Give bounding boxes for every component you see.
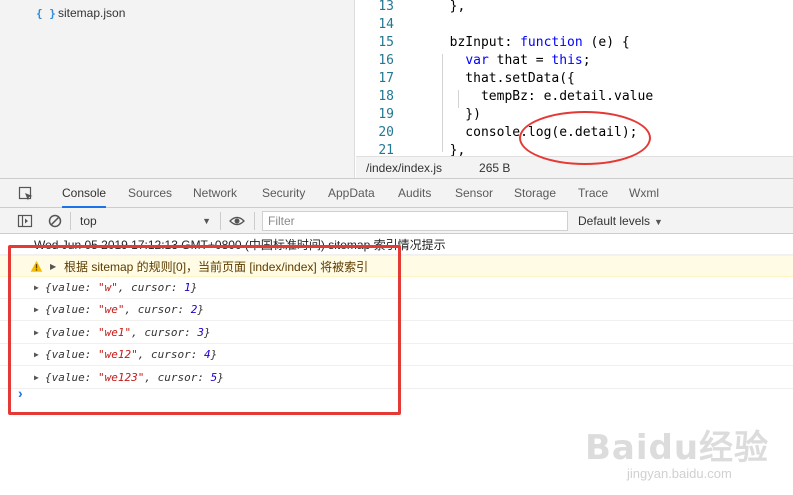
toolbar-separator [220, 212, 221, 230]
caret-down-icon: ▼ [654, 217, 663, 227]
filter-input[interactable] [262, 211, 568, 231]
context-selector[interactable]: top ▼ [80, 212, 215, 230]
code-text: var that = this; [465, 53, 591, 68]
toggle-sidebar-icon[interactable] [17, 213, 33, 229]
annotation-highlight-box [8, 245, 401, 415]
devtools-tab-bar: Console Sources Network Security AppData Audi… [0, 178, 793, 208]
tab-security[interactable]: Security [262, 179, 305, 208]
line-number: 15 [378, 35, 394, 50]
line-number: 18 [378, 89, 394, 104]
tab-sensor[interactable]: Sensor [455, 179, 493, 208]
log-levels-dropdown[interactable]: Default levels ▼ [578, 212, 663, 230]
line-number: 21 [378, 143, 394, 156]
eye-icon[interactable] [229, 213, 245, 229]
tab-sources[interactable]: Sources [128, 179, 172, 208]
log-levels-label: Default levels [578, 214, 651, 228]
code-line: 15 bzInput: function (e) { [356, 34, 793, 52]
tab-wxml[interactable]: Wxml [629, 179, 659, 208]
code-text: }, [434, 143, 466, 156]
tab-appdata[interactable]: AppData [328, 179, 375, 208]
caret-down-icon: ▼ [202, 216, 211, 226]
context-selector-value: top [80, 214, 97, 228]
tab-console[interactable]: Console [62, 179, 107, 208]
tab-storage[interactable]: Storage [514, 179, 556, 208]
file-path: /index/index.js [366, 160, 443, 175]
line-number: 16 [378, 53, 394, 68]
code-text: bzInput: function (e) { [434, 35, 630, 50]
code-line: 18 tempBz: e.detail.value [356, 88, 793, 106]
inspect-element-icon[interactable] [18, 186, 34, 202]
annotation-highlight-ellipse [519, 111, 651, 165]
toolbar-separator [254, 212, 255, 230]
code-text: that.setData({ [434, 71, 575, 86]
code-line: 16 var that = this; [356, 52, 793, 70]
code-line: 17 that.setData({ [356, 70, 793, 88]
code-line: 13 }, [356, 0, 793, 16]
line-number: 20 [378, 125, 394, 140]
file-tree-item-label: sitemap.json [58, 6, 126, 20]
tab-audits[interactable]: Audits [398, 179, 431, 208]
file-tree: { } sitemap.json [0, 0, 355, 178]
code-line: 14 [356, 16, 793, 34]
json-file-icon: { } [36, 6, 56, 20]
file-size: 265 B [479, 160, 511, 175]
toolbar-separator [70, 212, 71, 230]
tab-trace[interactable]: Trace [578, 179, 608, 208]
tab-network[interactable]: Network [193, 179, 237, 208]
line-number: 19 [378, 107, 394, 122]
code-text: }) [434, 107, 481, 122]
code-text: }, [434, 0, 466, 14]
file-tree-item-sitemap-json[interactable]: { } sitemap.json [36, 5, 125, 21]
baidu-jingyan-watermark: Baidu经验 jingyan.baidu.com [585, 420, 785, 490]
watermark-url: jingyan.baidu.com [627, 466, 732, 481]
line-number: 13 [378, 0, 394, 14]
line-number: 17 [378, 71, 394, 86]
console-toolbar: top ▼ Default levels▼ [0, 208, 793, 234]
line-number: 14 [378, 17, 394, 32]
clear-console-icon[interactable] [47, 213, 63, 229]
watermark-logo: Baidu经验 [585, 428, 770, 468]
code-text: tempBz: e.detail.value [434, 89, 654, 104]
